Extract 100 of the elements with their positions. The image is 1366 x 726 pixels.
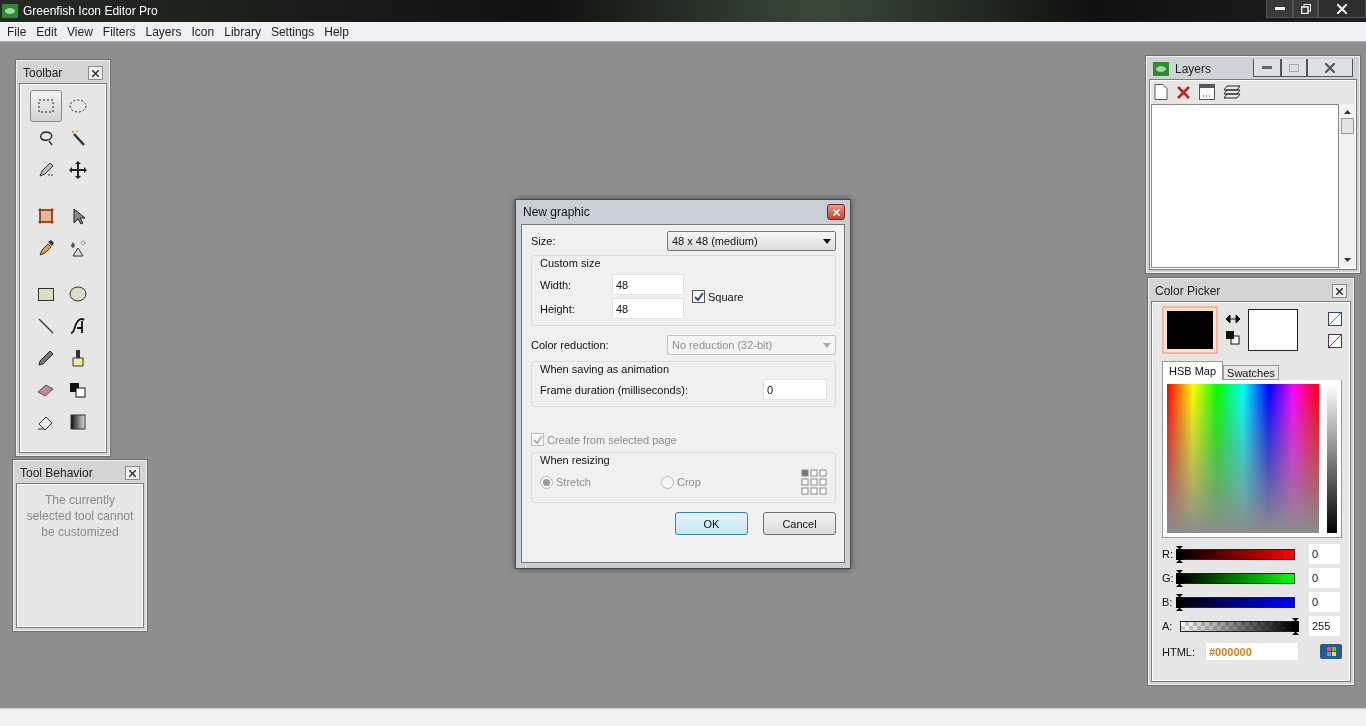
app-logo-icon [2,4,18,18]
maximize-icon [1289,63,1299,72]
radio-label: Stretch [556,476,591,488]
group-title: Custom size [540,256,602,271]
layers-icon[interactable] [1223,84,1241,100]
hue-saturation-map[interactable] [1167,384,1319,533]
menu-item[interactable]: Settings [265,24,320,39]
channel-value-field[interactable]: 0 [1309,544,1340,564]
scrollbar[interactable] [1339,104,1355,268]
panel-title: Layers [1175,62,1212,76]
field-label: Width: [540,278,573,291]
close-button[interactable] [827,204,845,220]
brightness-bar[interactable] [1327,384,1337,533]
secondary-color-swatch[interactable] [1248,309,1298,351]
new-page-icon[interactable] [1154,84,1168,100]
radio-label: Crop [677,476,701,488]
menu-item[interactable]: Icon [186,24,220,39]
channel-value-field[interactable]: 255 [1309,616,1340,636]
line-icon [36,316,56,336]
color-replace-icon [68,380,88,400]
frame-duration-field[interactable]: 0 [763,379,827,400]
slider-thumb[interactable] [1176,569,1183,587]
minimize-icon [1274,6,1285,11]
tab[interactable]: Swatches [1223,365,1279,380]
channel-value-field[interactable]: 0 [1309,568,1340,588]
panel-title: Color Picker [1155,284,1221,298]
scrollbar-thumb[interactable] [1340,118,1354,134]
checkbox-label: Create from selected page [547,433,677,446]
scroll-up-icon[interactable] [1343,110,1351,114]
field-label: Color reduction: [531,339,609,351]
slider-thumb[interactable] [1176,545,1183,563]
close-icon [832,208,840,216]
restore-button[interactable] [1293,0,1318,18]
close-button[interactable] [1307,59,1353,77]
window-title: Greenfish Icon Editor Pro [23,4,158,18]
field-label: Size: [531,235,556,247]
checkbox-label: Square [708,290,744,303]
menu-item[interactable]: Layers [140,24,187,39]
height-field[interactable]: 48 [612,298,684,319]
minimize-icon [1262,65,1272,70]
size-dropdown[interactable]: 48 x 48 (medium) [667,231,836,251]
close-icon [129,469,136,477]
caret-icon [823,238,831,244]
group-title: When saving as animation [540,362,670,377]
close-icon [1336,287,1343,295]
slider-thumb[interactable] [1292,617,1299,635]
dialog-title: New graphic [523,205,590,219]
slider-thumb[interactable] [1176,593,1183,611]
field-label: Height: [540,302,576,315]
rectangle-select-icon [36,96,56,116]
maximize-button[interactable] [1281,59,1307,77]
menu-item[interactable]: Filters [97,24,141,39]
field-label: HTML: [1162,645,1195,658]
restore-icon [1300,3,1311,14]
close-button[interactable] [1318,0,1366,18]
ellipse-icon [68,284,88,304]
close-icon [92,69,99,77]
pencil-select-icon [36,160,56,180]
field-label: Frame duration (milliseconds): [540,383,688,396]
width-field[interactable]: 48 [612,274,684,295]
gradient-icon [68,412,88,432]
menu-item[interactable]: Help [319,24,354,39]
swap-arrows-icon[interactable] [1226,315,1240,323]
inverse-color-icon[interactable] [1328,334,1342,348]
crop-icon [36,206,56,226]
ellipse-select-icon [68,96,88,116]
tab[interactable]: HSB Map [1162,361,1224,380]
minimize-button[interactable] [1266,0,1293,18]
panel-title: Toolbar [23,66,63,80]
menu-item[interactable]: Edit [31,24,63,39]
dialog-button[interactable]: Cancel [763,512,836,535]
close-icon [1337,3,1347,14]
app-logo-icon [1153,62,1169,76]
channel-label: G: [1162,572,1174,584]
group-title: When resizing [540,453,611,468]
close-button[interactable] [125,466,140,480]
channel-label: B: [1162,596,1174,608]
close-button[interactable] [1332,284,1347,298]
close-button[interactable] [88,66,103,80]
transparent-color-icon[interactable] [1328,312,1342,326]
dialog-button[interactable]: OK [675,512,748,535]
menu-item[interactable]: File [2,24,32,39]
minimize-button[interactable] [1253,59,1281,77]
channel-value-field[interactable]: 0 [1309,592,1340,612]
primary-color-swatch[interactable] [1162,306,1218,354]
windows-logo-icon[interactable] [1320,644,1342,659]
anchor-grid-icon[interactable] [801,469,827,495]
panel-title: Tool Behavior [20,466,93,480]
properties-icon[interactable] [1199,84,1215,100]
eyedropper-icon [36,238,56,258]
scroll-down-icon[interactable] [1343,258,1351,262]
channel-label: R: [1162,548,1174,560]
close-icon [1325,62,1335,73]
square-checkbox[interactable] [692,290,705,303]
tool-behavior-message: The currently selected tool cannot be customized [25,492,135,541]
menu-item[interactable]: View [62,24,98,39]
move-arrows-icon [68,160,88,180]
menu-item[interactable]: Library [219,24,266,39]
reset-colors-icon[interactable] [1226,331,1240,345]
delete-icon[interactable] [1176,84,1191,100]
